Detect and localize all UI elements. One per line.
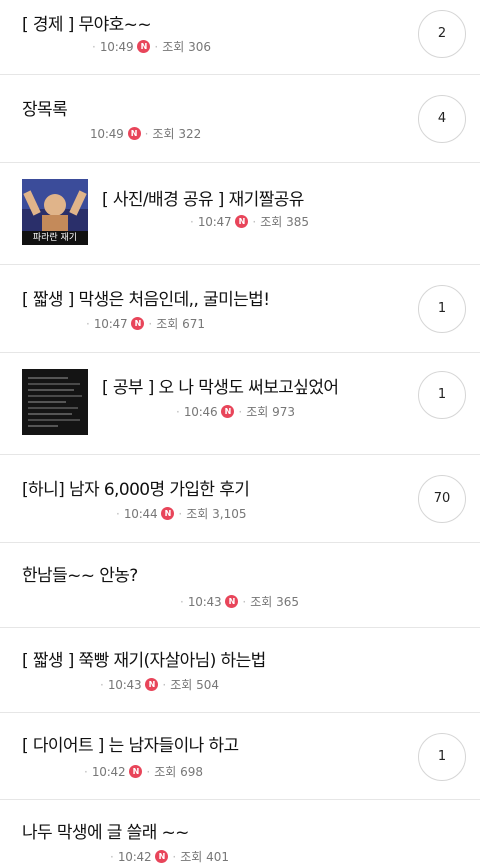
comment-count[interactable]: 1 [418,733,466,781]
post-title[interactable]: [ 다이어트 ] 는 남자들이나 하고 [22,731,239,756]
post-title[interactable]: [ 사진/배경 공유 ] 재기짤공유 [102,185,304,210]
list-item[interactable]: [ 다이어트 ] 는 남자들이나 하고 · 10:42 N · 조회 698 1 [0,713,480,800]
comment-count[interactable]: 4 [418,95,466,143]
new-badge-icon: N [127,127,141,140]
separator-dot: · [154,39,159,54]
view-count: 조회 385 [260,215,310,229]
new-badge-icon: N [221,405,235,418]
view-count: 조회 322 [152,127,202,141]
post-time: 10:47 [93,316,128,331]
new-badge-icon: N [145,678,159,691]
separator-dot: · [110,849,114,864]
post-meta: · 10:42 N · 조회 698 [84,763,203,780]
separator-dot: · [252,214,257,229]
comment-count[interactable]: 70 [418,475,466,523]
post-time: 10:49 [90,126,124,141]
post-time: 10:47 [197,214,232,229]
post-title[interactable]: [ 경제 ] 무야호~~ [22,10,152,35]
post-title[interactable]: [ 짧생 ] 쭉빵 재기(자살아님) 하는법 [22,646,266,671]
list-item[interactable]: [ 경제 ] 무야호~~ · 10:49 N · 조회 306 2 [0,0,480,75]
post-time: 10:44 [123,506,158,521]
list-item[interactable]: [ 공부 ] 오 나 막생도 써보고싶었어 · 10:46 N · 조회 973… [0,353,480,455]
view-count: 조회 306 [162,40,212,54]
post-meta: · 10:42 N · 조회 401 [110,848,229,865]
new-badge-icon: N [131,317,145,330]
separator-dot: · [172,849,177,864]
post-time: 10:42 [91,764,126,779]
post-title[interactable]: [하니] 남자 6,000명 가입한 후기 [22,475,250,500]
post-title[interactable]: [ 짧생 ] 막생은 처음인데,, 굴미는법! [22,285,270,310]
separator-dot: · [162,677,167,692]
list-item[interactable]: [ 짧생 ] 막생은 처음인데,, 굴미는법! · 10:47 N · 조회 6… [0,265,480,353]
list-item[interactable]: 한남들~~ 안농? · 10:43 N · 조회 365 [0,543,480,628]
post-thumbnail[interactable]: 파라란 재기 [22,179,88,245]
post-meta: 10:49 N · 조회 322 [90,125,201,142]
list-item[interactable]: 나두 막생에 글 쓸래 ~~ · 10:42 N · 조회 401 [0,800,480,864]
separator-dot: · [146,764,151,779]
separator-dot: · [148,316,153,331]
comment-count[interactable]: 2 [418,10,466,58]
post-thumbnail[interactable] [22,369,88,435]
view-count: 조회 3,105 [186,507,247,521]
new-badge-icon: N [129,765,143,778]
post-meta: · 10:43 N · 조회 504 [100,676,219,693]
post-meta: · 10:49 N · 조회 306 [92,38,211,55]
view-count: 조회 401 [180,850,230,864]
separator-dot: · [176,404,180,419]
post-title[interactable]: 장목록 [22,95,68,120]
new-badge-icon: N [155,850,169,863]
view-count: 조회 365 [250,595,300,609]
list-item[interactable]: [하니] 남자 6,000명 가입한 후기 · 10:44 N · 조회 3,1… [0,455,480,543]
thumbnail-caption: 파라란 재기 [32,233,78,243]
separator-dot: · [100,677,104,692]
post-title[interactable]: [ 공부 ] 오 나 막생도 써보고싶었어 [102,373,339,398]
list-item[interactable]: 파라란 재기 [ 사진/배경 공유 ] 재기짤공유 · 10:47 N · 조회… [0,163,480,265]
post-time: 10:43 [187,594,222,609]
new-badge-icon: N [137,40,151,53]
separator-dot: · [180,594,184,609]
new-badge-icon: N [161,507,175,520]
separator-dot: · [144,126,149,141]
post-meta: · 10:44 N · 조회 3,105 [116,505,247,522]
new-badge-icon: N [225,595,239,608]
comment-count[interactable]: 1 [418,285,466,333]
post-title[interactable]: 한남들~~ 안농? [22,561,138,586]
post-time: 10:43 [107,677,142,692]
view-count: 조회 504 [170,678,220,692]
post-time: 10:42 [117,849,152,864]
list-item[interactable]: 장목록 10:49 N · 조회 322 4 [0,75,480,163]
post-time: 10:49 [99,39,134,54]
separator-dot: · [92,39,96,54]
thumbnail-image [22,369,88,435]
separator-dot: · [238,404,243,419]
post-title[interactable]: 나두 막생에 글 쓸래 ~~ [22,818,189,843]
post-time: 10:46 [183,404,218,419]
list-item[interactable]: [ 짧생 ] 쭉빵 재기(자살아님) 하는법 · 10:43 N · 조회 50… [0,628,480,713]
separator-dot: · [242,594,247,609]
post-meta: · 10:47 N · 조회 385 [190,213,309,230]
comment-count[interactable]: 1 [418,371,466,419]
post-meta: · 10:43 N · 조회 365 [180,593,299,610]
view-count: 조회 671 [156,317,206,331]
separator-dot: · [190,214,194,229]
view-count: 조회 698 [154,765,204,779]
separator-dot: · [178,506,183,521]
separator-dot: · [116,506,120,521]
view-count: 조회 973 [246,405,296,419]
new-badge-icon: N [235,215,249,228]
separator-dot: · [84,764,88,779]
separator-dot: · [86,316,90,331]
post-meta: · 10:46 N · 조회 973 [176,403,295,420]
post-meta: · 10:47 N · 조회 671 [86,315,205,332]
